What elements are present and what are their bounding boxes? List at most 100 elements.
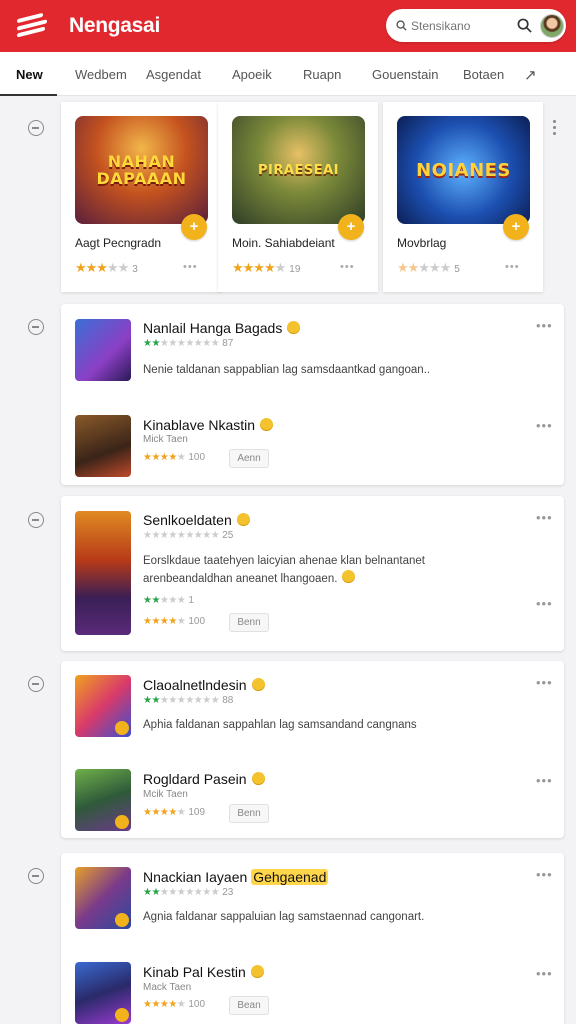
add-button[interactable]: + — [503, 214, 529, 240]
game-title[interactable]: Kinablave Nkastin — [143, 417, 274, 433]
rating-stars: ★★★★★ 100 — [143, 452, 206, 463]
tab-botaen[interactable]: Botaen — [463, 67, 504, 82]
game-list-card: Nnackian Iayaen Gehgaenad ★★★★★★★★★ 23 Ag… — [61, 853, 564, 1024]
more-options-icon[interactable]: ••• — [536, 867, 553, 882]
add-button[interactable]: + — [181, 214, 207, 240]
game-list-card: Senlkoeldaten ★★★★★★★★★ 25 Eorslkdaue taa… — [61, 496, 564, 651]
featured-card[interactable]: NOIANES + Movbrlag ★★★★★ 5 ••• — [383, 102, 543, 292]
rating-stars: ★★★★★ 5 — [397, 260, 460, 275]
more-options-icon[interactable]: ••• — [340, 261, 355, 273]
game-icon[interactable] — [75, 675, 131, 737]
thumbnail-title-art: PIRAESEAI — [258, 162, 339, 178]
developer-name: Mcik Taen — [143, 789, 188, 800]
section-marker-icon[interactable] — [28, 319, 44, 335]
section-marker-icon[interactable] — [28, 512, 44, 528]
game-name: Moin. Sahiabdeiant — [232, 236, 335, 250]
search-icon — [396, 20, 407, 31]
install-chip[interactable]: Benn — [229, 804, 269, 823]
game-title[interactable]: Nnackian Iayaen Gehgaenad — [143, 869, 329, 885]
rating-stars: ★★★★★ 109 — [143, 807, 206, 818]
game-description: Aphia faldanan sappahlan lag samsandand … — [143, 719, 417, 731]
more-options-icon[interactable]: ••• — [183, 261, 198, 273]
tab-new[interactable]: New — [16, 67, 43, 82]
game-description: Eorslkdaue taatehyen laicyian ahenae kla… — [143, 555, 425, 585]
game-icon[interactable] — [75, 962, 131, 1024]
game-icon[interactable] — [75, 769, 131, 831]
carousel-more-icon[interactable] — [553, 120, 557, 138]
tab-apoeik[interactable]: Apoeik — [232, 67, 272, 82]
tab-wedbem[interactable]: Wedbem — [75, 67, 127, 82]
developer-name: Mack Taen — [143, 982, 192, 993]
more-options-icon[interactable]: ••• — [505, 261, 520, 273]
game-name: Movbrlag — [397, 236, 447, 250]
emoji-icon — [342, 570, 356, 583]
rating-stars: ★★★★★★★★★ 23 — [143, 887, 234, 898]
game-title[interactable]: Senlkoeldaten — [143, 512, 250, 528]
emoji-icon — [287, 321, 301, 334]
search-input[interactable] — [411, 18, 511, 33]
section-marker-icon[interactable] — [28, 868, 44, 884]
search-submit-icon[interactable] — [517, 18, 532, 33]
more-options-icon[interactable]: ••• — [536, 773, 553, 788]
tab-bar: New Wedbem Asgendat Apoeik Ruapn Gouenst… — [0, 52, 576, 96]
more-options-icon[interactable]: ••• — [536, 510, 553, 525]
search-bar[interactable] — [386, 9, 566, 42]
active-tab-indicator — [0, 94, 57, 96]
featured-card[interactable]: PIRAESEAI + Moin. Sahiabdeiant ★★★★★ 19 •… — [218, 102, 378, 292]
rating-stars: ★★★★★ 100 — [143, 616, 206, 627]
featured-card[interactable]: NAHAN DAPAAAN + Aagt Pecngradn ★★★★★ 3 ••… — [61, 102, 221, 292]
tab-asgendat[interactable]: Asgendat — [146, 67, 201, 82]
rating-stars: ★★★★★ 1 — [143, 595, 194, 606]
tab-ruapn[interactable]: Ruapn — [303, 67, 341, 82]
app-header: Nengasai — [0, 0, 576, 52]
section-marker-icon[interactable] — [28, 120, 44, 136]
game-description: Nenie taldanan sappablian lag samsdaantk… — [143, 364, 431, 376]
more-options-icon[interactable]: ••• — [536, 418, 553, 433]
game-icon[interactable] — [75, 867, 131, 929]
rating-stars: ★★★★★★★★★ 88 — [143, 695, 234, 706]
rating-stars: ★★★★★ 100 — [143, 999, 206, 1010]
game-title[interactable]: Nanlail Hanga Bagads — [143, 320, 301, 336]
game-icon[interactable] — [75, 415, 131, 477]
game-thumbnail: NOIANES — [397, 116, 530, 224]
tab-scroll-arrow-icon[interactable]: ↗ — [524, 66, 537, 84]
game-description: Agnia faldanar sappaluian lag samstaenna… — [143, 911, 425, 923]
emoji-icon — [236, 513, 250, 526]
game-icon[interactable] — [75, 511, 131, 635]
more-options-icon[interactable]: ••• — [536, 966, 553, 981]
install-chip[interactable]: Bean — [229, 996, 269, 1015]
emoji-icon — [251, 772, 265, 785]
game-title[interactable]: Kinab Pal Kestin — [143, 964, 264, 980]
tag-badge: Gehgaenad — [251, 869, 329, 885]
thumbnail-title-art: NAHAN DAPAAAN — [96, 152, 187, 188]
menu-logo-icon[interactable] — [17, 12, 51, 40]
game-thumbnail: PIRAESEAI — [232, 116, 365, 224]
game-thumbnail: NAHAN DAPAAAN — [75, 116, 208, 224]
rating-stars: ★★★★★★★★★ 87 — [143, 338, 234, 349]
section-marker-icon[interactable] — [28, 676, 44, 692]
tab-gouenstain[interactable]: Gouenstain — [372, 67, 439, 82]
add-button[interactable]: + — [338, 214, 364, 240]
game-list-card: Claoalnetlndesin ★★★★★★★★★ 88 Aphia falda… — [61, 661, 564, 838]
emoji-icon — [251, 678, 265, 691]
game-name: Aagt Pecngradn — [75, 236, 162, 250]
rating-stars: ★★★★★ 19 — [232, 260, 301, 275]
emoji-icon — [260, 418, 274, 431]
thumbnail-title-art: NOIANES — [416, 159, 511, 181]
more-options-icon[interactable]: ••• — [536, 596, 553, 611]
featured-carousel: NAHAN DAPAAAN + Aagt Pecngradn ★★★★★ 3 ••… — [61, 102, 564, 292]
game-list-card: Nanlail Hanga Bagads ★★★★★★★★★ 87 Nenie t… — [61, 304, 564, 485]
more-options-icon[interactable]: ••• — [536, 318, 553, 333]
emoji-icon — [250, 965, 264, 978]
app-title: Nengasai — [69, 14, 160, 37]
install-chip[interactable]: Aenn — [229, 449, 269, 468]
game-icon[interactable] — [75, 319, 131, 381]
game-title[interactable]: Claoalnetlndesin — [143, 677, 265, 693]
avatar[interactable] — [540, 13, 564, 38]
install-chip[interactable]: Benn — [229, 613, 269, 632]
more-options-icon[interactable]: ••• — [536, 675, 553, 690]
developer-name: Mick Taen — [143, 434, 188, 445]
game-title[interactable]: Rogldard Pasein — [143, 771, 265, 787]
rating-stars: ★★★★★ 3 — [75, 260, 138, 275]
rating-stars: ★★★★★★★★★ 25 — [143, 530, 234, 541]
